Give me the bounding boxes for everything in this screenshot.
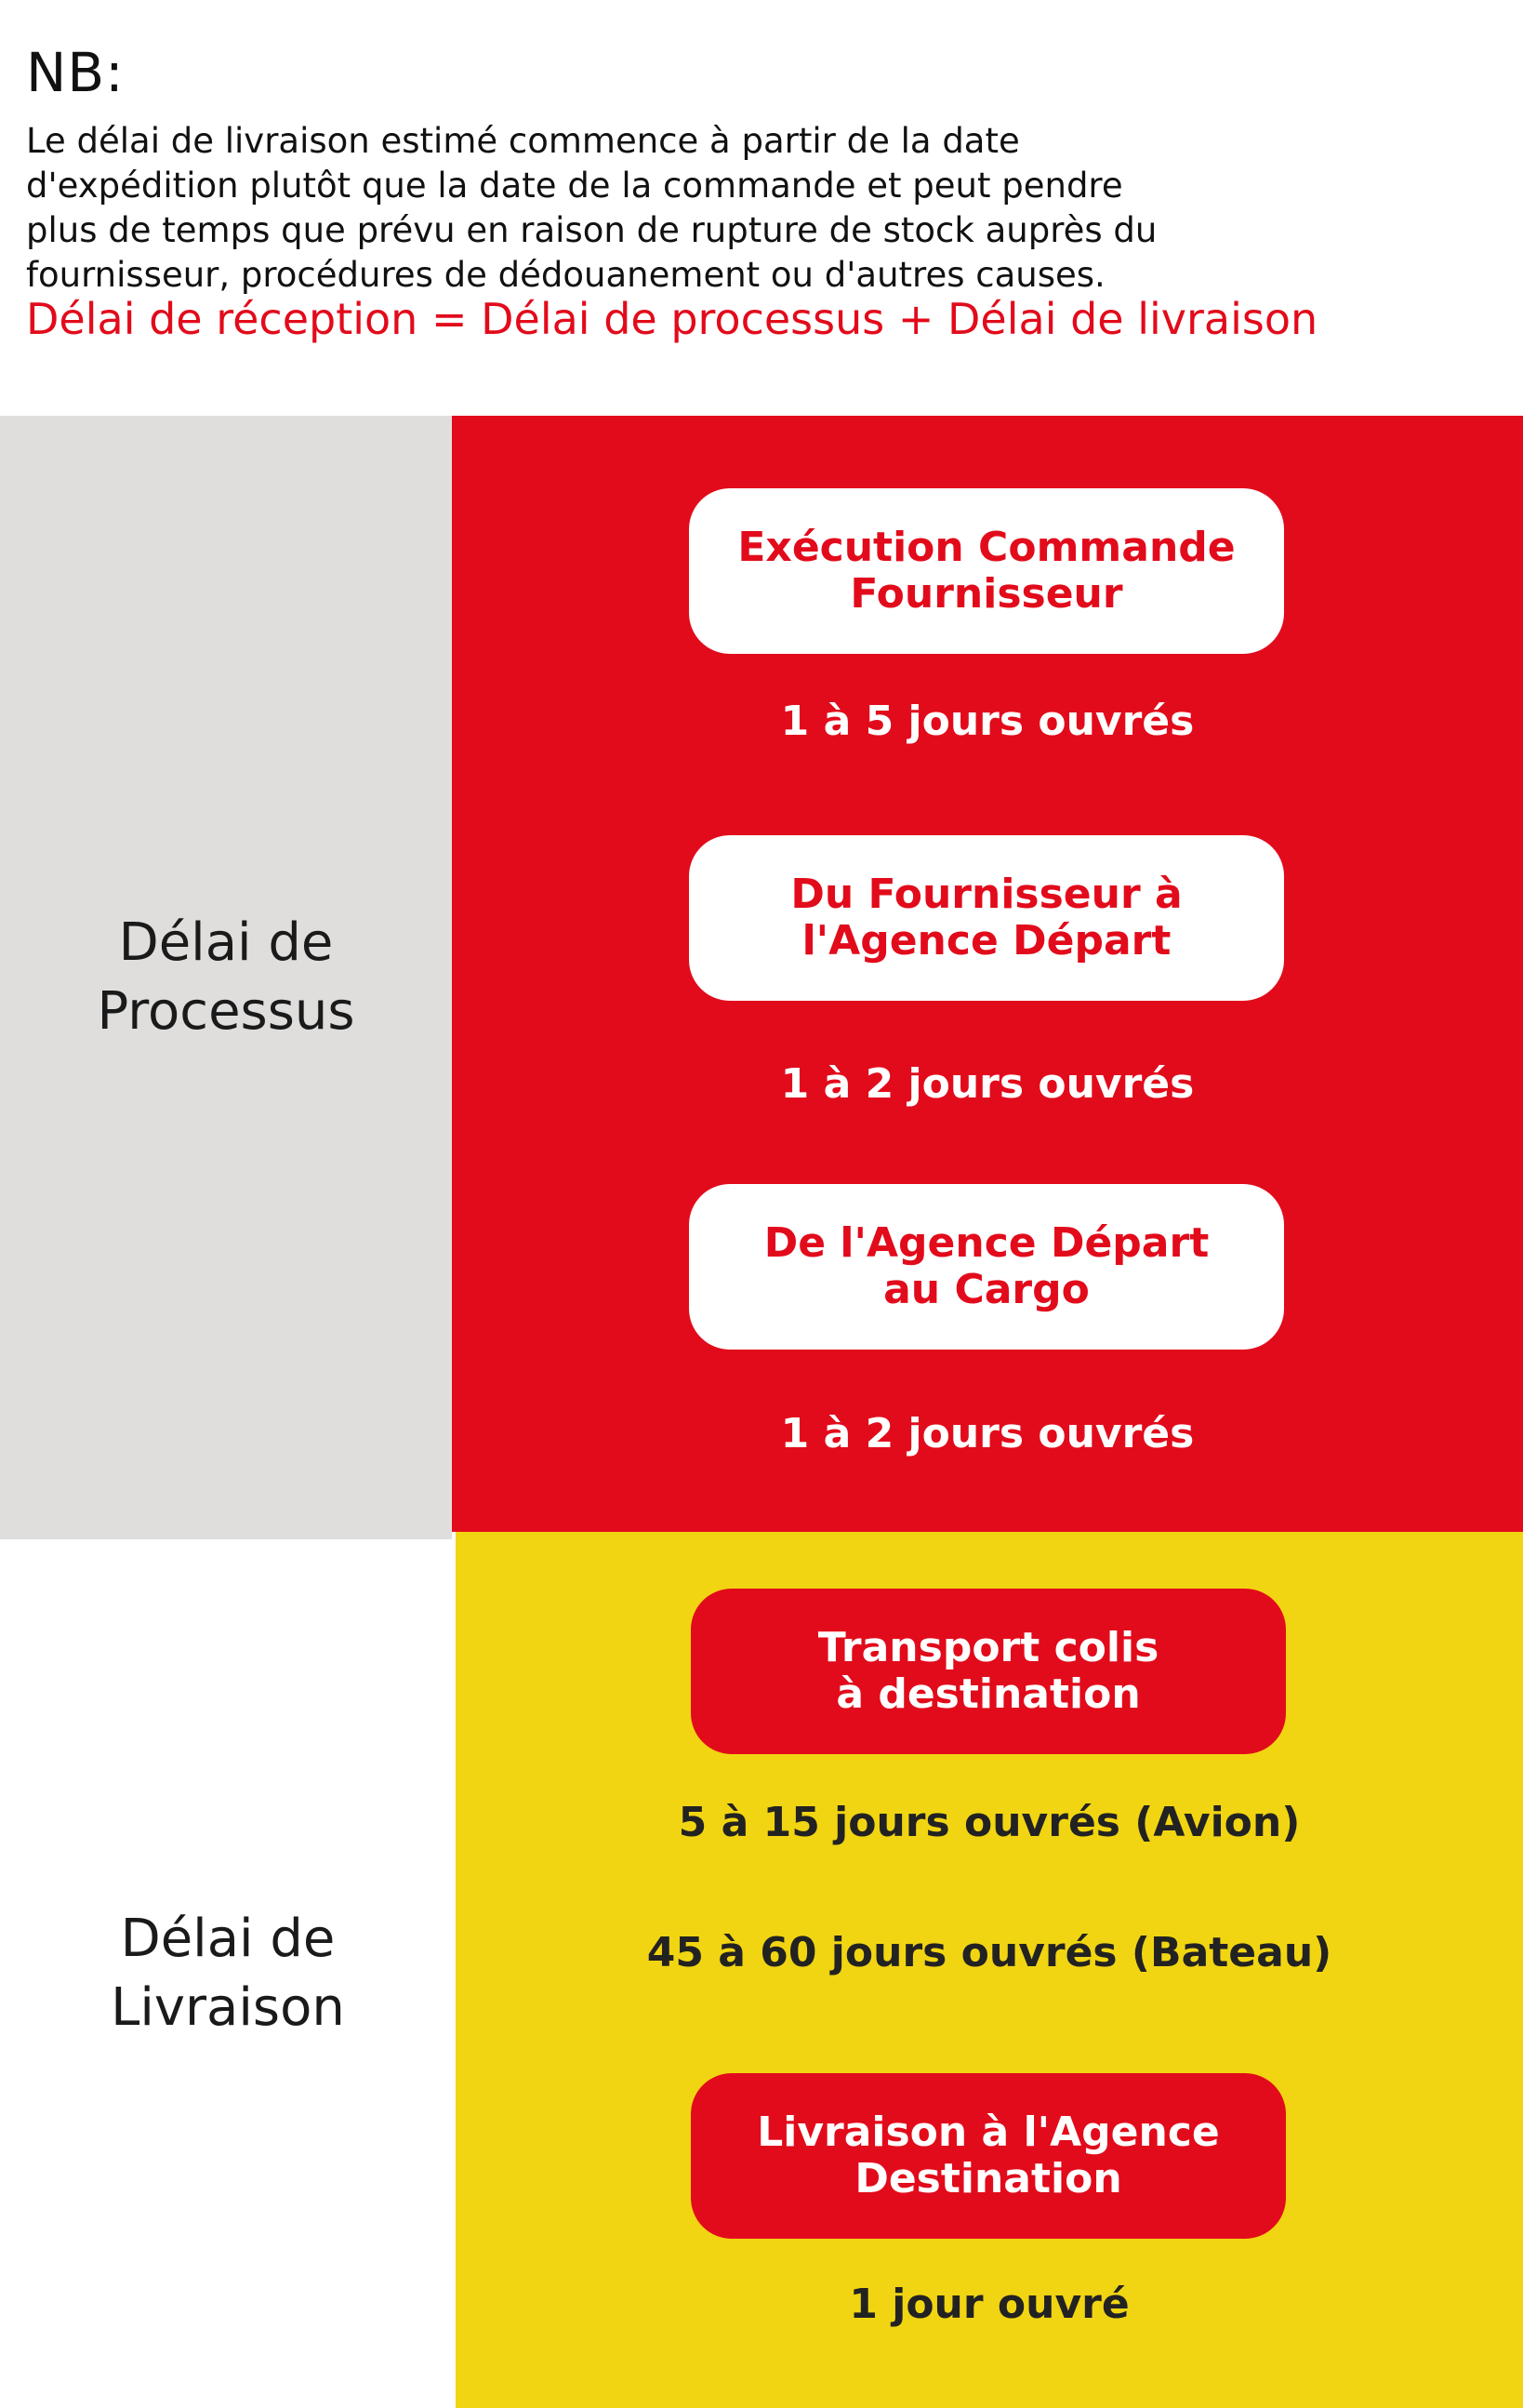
step-parcel-transport: Transport colis à destination bbox=[691, 1589, 1286, 1754]
note-title: NB: bbox=[26, 41, 125, 104]
process-label-line: Processus bbox=[97, 981, 355, 1042]
delivery-label: Délai de Livraison bbox=[111, 1905, 345, 2042]
step-duration: 1 à 2 jours ouvrés bbox=[780, 1410, 1195, 1457]
delivery-label-line: Délai de bbox=[120, 1909, 336, 1969]
step-supplier-to-departure-agency: Du Fournisseur à l'Agence Départ bbox=[689, 835, 1284, 1001]
delivery-label-panel: Délai de Livraison bbox=[0, 1539, 456, 2408]
step-title-line: au Cargo bbox=[883, 1266, 1090, 1313]
step-duration: 1 à 2 jours ouvrés bbox=[780, 1060, 1195, 1108]
step-destination-agency-delivery: Livraison à l'Agence Destination bbox=[691, 2073, 1286, 2239]
step-title-line: Transport colis bbox=[817, 1624, 1159, 1671]
step-supplier-order-execution: Exécution Commande Fournisseur bbox=[689, 488, 1284, 654]
note-text-line: d'expédition plutôt que la date de la co… bbox=[26, 166, 1123, 206]
step-title-line: Destination bbox=[854, 2155, 1122, 2202]
step-duration: 1 jour ouvré bbox=[849, 2281, 1130, 2328]
step-departure-agency-to-cargo: De l'Agence Départ au Cargo bbox=[689, 1184, 1284, 1350]
process-label-panel: Délai de Processus bbox=[0, 416, 452, 1539]
note-text-line: plus de temps que prévu en raison de rup… bbox=[26, 210, 1158, 250]
note-text: Le délai de livraison estimé commence à … bbox=[26, 119, 1346, 298]
process-label-line: Délai de bbox=[118, 912, 334, 973]
step-duration-air: 5 à 15 jours ouvrés (Avion) bbox=[678, 1799, 1301, 1846]
step-title-line: Livraison à l'Agence bbox=[757, 2109, 1220, 2156]
note-text-line: Le délai de livraison estimé commence à … bbox=[26, 121, 1020, 161]
delivery-panel: Transport colis à destination 5 à 15 jou… bbox=[456, 1532, 1523, 2408]
step-title-line: Fournisseur bbox=[850, 570, 1123, 618]
step-title-line: l'Agence Départ bbox=[801, 917, 1172, 965]
step-duration: 1 à 5 jours ouvrés bbox=[780, 698, 1195, 745]
step-title-line: à destination bbox=[836, 1670, 1141, 1718]
delivery-label-line: Livraison bbox=[111, 1977, 345, 2038]
formula-text: Délai de réception = Délai de processus … bbox=[26, 294, 1318, 344]
process-panel: Exécution Commande Fournisseur 1 à 5 jou… bbox=[452, 416, 1523, 1532]
note-text-line: fournisseur, procédures de dédouanement … bbox=[26, 255, 1106, 295]
step-title-line: Exécution Commande bbox=[737, 524, 1236, 571]
step-title-line: Du Fournisseur à bbox=[790, 871, 1183, 918]
step-duration-sea: 45 à 60 jours ouvrés (Bateau) bbox=[646, 1929, 1332, 1976]
process-label: Délai de Processus bbox=[97, 909, 354, 1046]
step-title-line: De l'Agence Départ bbox=[763, 1219, 1210, 1267]
